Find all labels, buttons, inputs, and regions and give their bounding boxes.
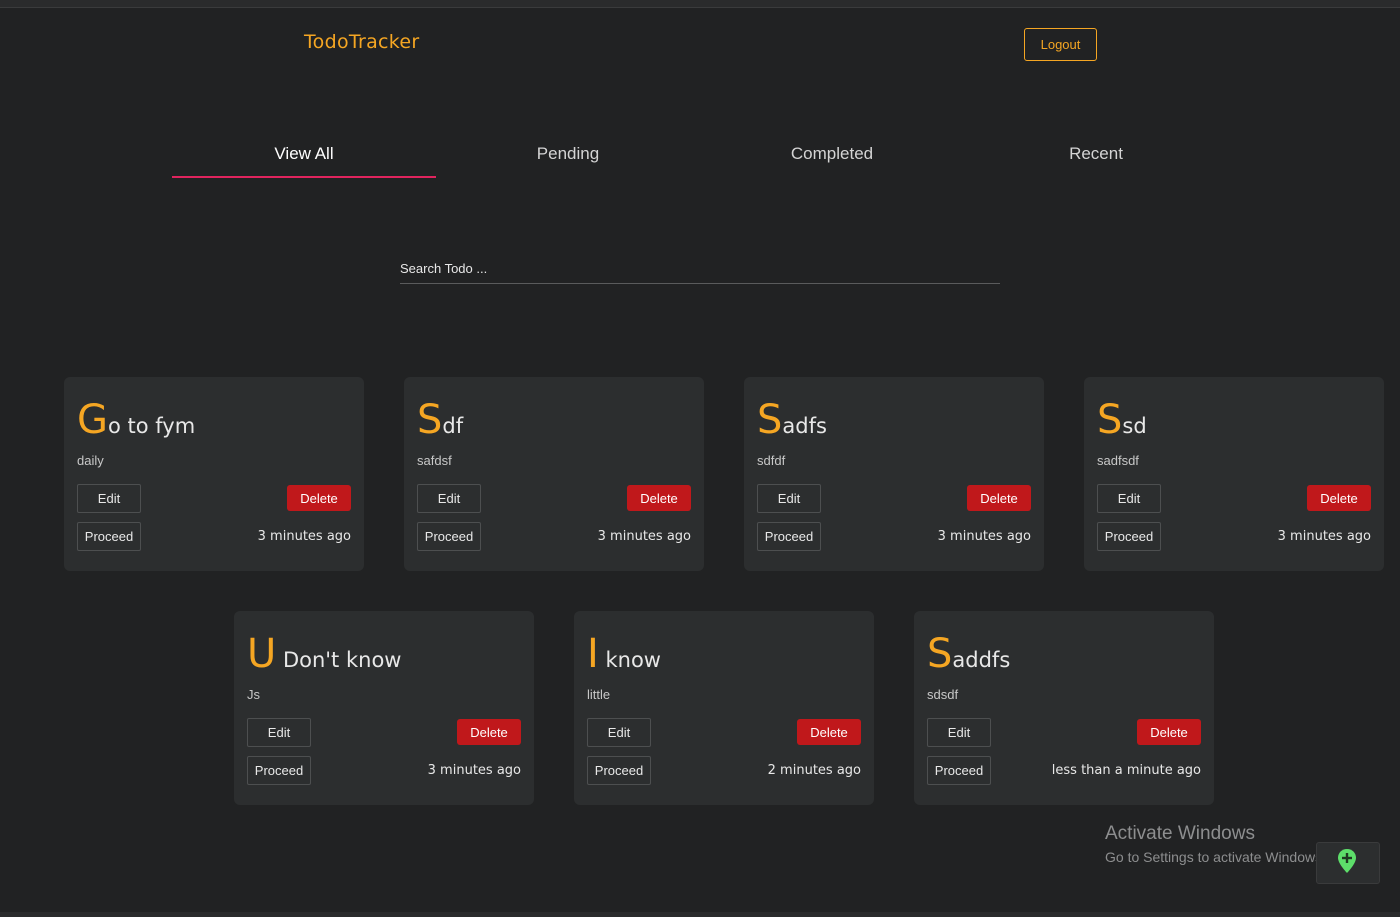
- todo-title-rest: sd: [1122, 414, 1147, 438]
- watermark-subtitle: Go to Settings to activate Windows.: [1105, 849, 1326, 865]
- proceed-button[interactable]: Proceed: [927, 756, 991, 785]
- delete-button[interactable]: Delete: [797, 719, 861, 745]
- todo-card: U Don't know Js Edit Delete Proceed 3 mi…: [234, 611, 534, 805]
- todo-title: Ssd: [1097, 397, 1147, 443]
- todo-title-initial: S: [757, 397, 783, 443]
- tab-view-all[interactable]: View All: [172, 132, 436, 178]
- add-todo-button[interactable]: [1316, 842, 1380, 884]
- todo-card: Go to fym daily Edit Delete Proceed 3 mi…: [64, 377, 364, 571]
- search-input[interactable]: [400, 254, 1000, 284]
- proceed-button[interactable]: Proceed: [247, 756, 311, 785]
- todo-timestamp: 3 minutes ago: [597, 529, 691, 544]
- logout-button[interactable]: Logout: [1024, 28, 1097, 61]
- proceed-button[interactable]: Proceed: [757, 522, 821, 551]
- windows-activation-watermark: Activate Windows Go to Settings to activ…: [1105, 823, 1326, 865]
- todo-card: I know little Edit Delete Proceed 2 minu…: [574, 611, 874, 805]
- brand-logo[interactable]: TodoTracker: [304, 31, 420, 53]
- todo-description: little: [587, 687, 611, 702]
- todo-description: sdsdf: [927, 687, 959, 702]
- edit-button[interactable]: Edit: [1097, 484, 1161, 513]
- todo-title: Saddfs: [927, 631, 1010, 677]
- todo-description: Js: [247, 687, 260, 702]
- todo-timestamp: 2 minutes ago: [767, 763, 861, 778]
- todo-title: U Don't know: [247, 631, 401, 677]
- edit-button[interactable]: Edit: [77, 484, 141, 513]
- delete-button[interactable]: Delete: [1307, 485, 1371, 511]
- todo-timestamp: 3 minutes ago: [427, 763, 521, 778]
- todo-title-initial: I: [587, 631, 599, 677]
- todo-card: Ssd sadfsdf Edit Delete Proceed 3 minute…: [1084, 377, 1384, 571]
- todo-title-rest: df: [442, 414, 464, 438]
- todo-title-rest: Don't know: [276, 648, 402, 672]
- todo-title: Sdf: [417, 397, 463, 443]
- delete-button[interactable]: Delete: [287, 485, 351, 511]
- todo-title: Sadfs: [757, 397, 827, 443]
- todo-timestamp: 3 minutes ago: [1277, 529, 1371, 544]
- tab-recent[interactable]: Recent: [964, 132, 1228, 178]
- todo-card: Saddfs sdsdf Edit Delete Proceed less th…: [914, 611, 1214, 805]
- proceed-button[interactable]: Proceed: [587, 756, 651, 785]
- proceed-button[interactable]: Proceed: [417, 522, 481, 551]
- todo-description: sdfdf: [757, 453, 786, 468]
- todo-description: sadfsdf: [1097, 453, 1139, 468]
- delete-button[interactable]: Delete: [457, 719, 521, 745]
- delete-button[interactable]: Delete: [967, 485, 1031, 511]
- todo-title-initial: S: [417, 397, 443, 443]
- todo-title: Go to fym: [77, 397, 195, 443]
- filter-tabs: View All Pending Completed Recent: [172, 132, 1228, 178]
- todo-title-rest: addfs: [952, 648, 1011, 672]
- todo-title-initial: S: [927, 631, 953, 677]
- todo-description: safdsf: [417, 453, 452, 468]
- todo-description: daily: [77, 453, 104, 468]
- watermark-title: Activate Windows: [1105, 823, 1255, 844]
- proceed-button[interactable]: Proceed: [77, 522, 141, 551]
- todo-timestamp: less than a minute ago: [1051, 763, 1201, 778]
- todo-timestamp: 3 minutes ago: [257, 529, 351, 544]
- edit-button[interactable]: Edit: [927, 718, 991, 747]
- todo-card: Sdf safdsf Edit Delete Proceed 3 minutes…: [404, 377, 704, 571]
- todo-title-initial: S: [1097, 397, 1123, 443]
- todo-card: Sadfs sdfdf Edit Delete Proceed 3 minute…: [744, 377, 1044, 571]
- todo-timestamp: 3 minutes ago: [937, 529, 1031, 544]
- edit-button[interactable]: Edit: [587, 718, 651, 747]
- bottom-strip: [0, 912, 1400, 917]
- edit-button[interactable]: Edit: [247, 718, 311, 747]
- tab-completed[interactable]: Completed: [700, 132, 964, 178]
- edit-button[interactable]: Edit: [757, 484, 821, 513]
- todo-title-rest: adfs: [782, 414, 827, 438]
- todo-title-rest: o to fym: [108, 414, 196, 438]
- todo-title: I know: [587, 631, 661, 677]
- browser-top-strip: [0, 0, 1400, 8]
- todo-title-initial: G: [77, 397, 108, 443]
- todo-title-initial: U: [247, 631, 277, 677]
- delete-button[interactable]: Delete: [627, 485, 691, 511]
- edit-button[interactable]: Edit: [417, 484, 481, 513]
- tab-pending[interactable]: Pending: [436, 132, 700, 178]
- map-pin-plus-icon: [1337, 848, 1357, 879]
- todo-title-rest: know: [598, 648, 661, 672]
- proceed-button[interactable]: Proceed: [1097, 522, 1161, 551]
- delete-button[interactable]: Delete: [1137, 719, 1201, 745]
